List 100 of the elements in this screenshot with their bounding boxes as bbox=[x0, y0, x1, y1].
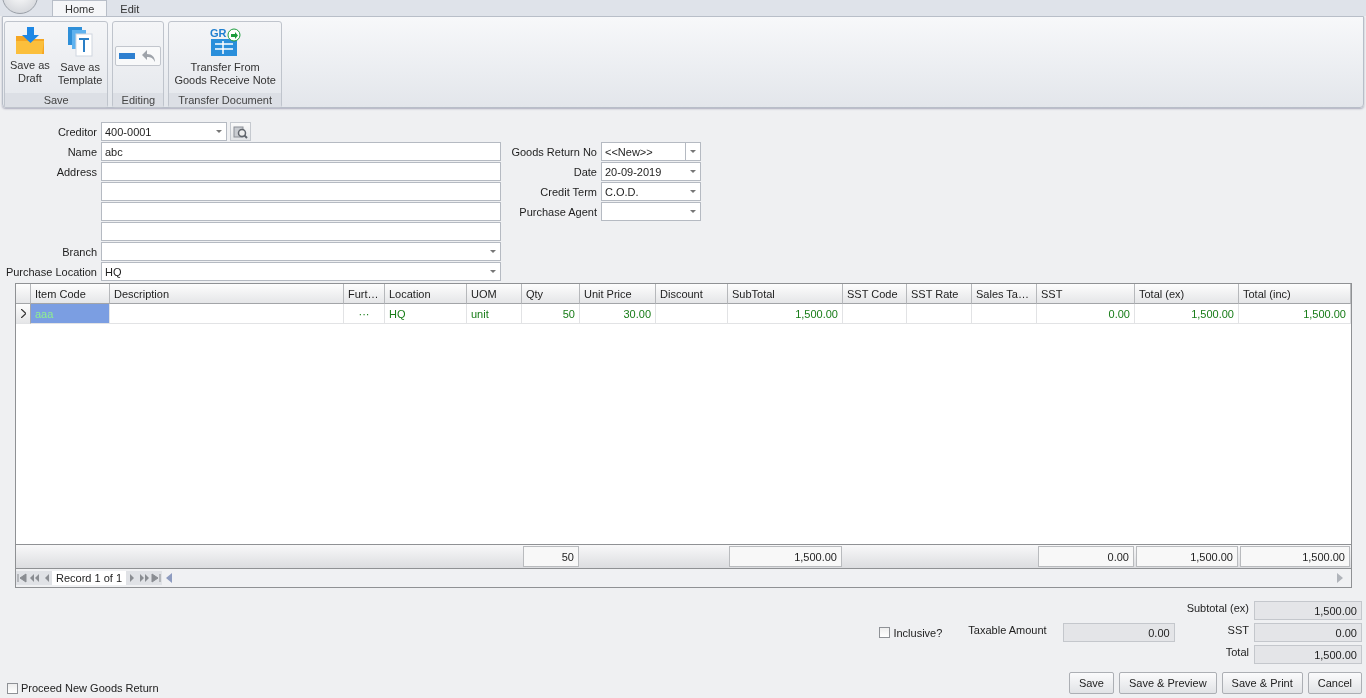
text-field[interactable] bbox=[101, 162, 501, 181]
field-label: Address bbox=[55, 165, 98, 178]
column-header[interactable]: SST Code bbox=[843, 284, 907, 304]
group-label: Editing bbox=[113, 93, 164, 107]
action-button[interactable]: Cancel bbox=[1307, 672, 1362, 694]
summary-label: SST bbox=[1226, 623, 1249, 636]
scroll-right-button[interactable] bbox=[1337, 573, 1345, 583]
group-label: Save bbox=[5, 93, 108, 107]
ribbon-button[interactable]: GR Transfer From Goods Receive Note bbox=[171, 24, 279, 88]
table-cell: 1,500.00 bbox=[1239, 304, 1351, 324]
taxable-amount-field: 0.00 bbox=[1062, 623, 1175, 642]
table-cell: aaa bbox=[31, 304, 110, 324]
dropdown-caret-icon bbox=[490, 270, 496, 273]
column-header[interactable]: Furt… bbox=[344, 284, 385, 304]
column-header[interactable]: Sales Ta… bbox=[972, 284, 1037, 304]
table-cell bbox=[843, 304, 907, 324]
dropdown-field[interactable] bbox=[601, 202, 701, 221]
summary-label: Total bbox=[1224, 645, 1249, 658]
column-header[interactable]: SST Rate bbox=[907, 284, 972, 304]
column-header[interactable]: SST bbox=[1037, 284, 1135, 304]
dropdown-field[interactable]: 20-09-2019 bbox=[601, 162, 701, 181]
lookup-button[interactable] bbox=[230, 122, 251, 141]
search-icon bbox=[233, 124, 248, 139]
scroll-right-icon bbox=[1337, 573, 1343, 583]
current-row-icon bbox=[20, 309, 26, 318]
navigator-next-button[interactable] bbox=[126, 571, 139, 585]
navigator-previous-button[interactable] bbox=[40, 571, 52, 585]
table-cell bbox=[656, 304, 728, 324]
column-header[interactable]: Location bbox=[385, 284, 467, 304]
summary-field: 0.00 bbox=[1254, 623, 1362, 642]
summary-field: 1,500.00 bbox=[1254, 645, 1362, 664]
dropdown-caret-icon bbox=[690, 210, 696, 213]
document-template-icon bbox=[66, 26, 95, 58]
navigator-next-page-button[interactable] bbox=[138, 571, 151, 585]
dropdown-caret-icon bbox=[490, 250, 496, 253]
table-cell: unit bbox=[467, 304, 522, 324]
field-label: Date bbox=[572, 165, 598, 178]
field-label: Purchase Agent bbox=[518, 205, 598, 218]
inclusive-checkbox[interactable]: Inclusive? bbox=[879, 626, 943, 639]
table-cell bbox=[972, 304, 1037, 324]
table-cell: HQ bbox=[385, 304, 467, 324]
text-field[interactable] bbox=[101, 202, 501, 221]
arrow-icon bbox=[138, 573, 150, 583]
row-header-corner bbox=[16, 284, 31, 304]
proceed-checkbox[interactable]: Proceed New Goods Return bbox=[7, 682, 159, 694]
text-field[interactable] bbox=[101, 182, 501, 201]
column-header[interactable]: Total (inc) bbox=[1239, 284, 1351, 304]
ribbon-tab[interactable]: Edit bbox=[107, 0, 153, 16]
column-header[interactable]: Discount bbox=[656, 284, 728, 304]
ribbon-button[interactable]: Save as Draft bbox=[7, 24, 53, 86]
last-record-icon bbox=[150, 573, 162, 583]
table-cell: 0.00 bbox=[1037, 304, 1135, 324]
table-cell: 1,500.00 bbox=[728, 304, 843, 324]
column-header[interactable]: UOM bbox=[467, 284, 522, 304]
action-button[interactable]: Save bbox=[1068, 672, 1114, 694]
folder-download-icon bbox=[13, 26, 46, 56]
summary-label: Subtotal (ex) bbox=[1186, 601, 1249, 614]
dropdown-caret-icon bbox=[216, 130, 222, 133]
navigator-previous-page-button[interactable] bbox=[28, 571, 40, 585]
total-cell: 1,500.00 bbox=[1240, 546, 1350, 567]
scroll-left-icon bbox=[166, 573, 173, 583]
field-label: Purchase Location bbox=[4, 265, 98, 278]
field-label: Branch bbox=[61, 245, 98, 258]
column-header[interactable]: Item Code bbox=[31, 284, 110, 304]
dropdown-field[interactable] bbox=[101, 242, 501, 261]
taxable-amount-label: Taxable Amount bbox=[968, 624, 1047, 636]
dropdown-caret-icon bbox=[690, 190, 696, 193]
ribbon-button[interactable]: Save as Template bbox=[54, 24, 106, 88]
dropdown-field[interactable]: <<New>> bbox=[601, 142, 701, 161]
column-header[interactable]: Total (ex) bbox=[1135, 284, 1239, 304]
table-cell: 50 bbox=[522, 304, 580, 324]
field-label: Credit Term bbox=[539, 185, 598, 198]
dropdown-field[interactable]: C.O.D. bbox=[601, 182, 701, 201]
summary-field: 1,500.00 bbox=[1254, 601, 1362, 620]
total-cell: 50 bbox=[523, 546, 579, 567]
action-button[interactable]: Save & Print bbox=[1221, 672, 1303, 694]
table-cell bbox=[907, 304, 972, 324]
text-field[interactable] bbox=[101, 222, 501, 241]
minus-icon bbox=[119, 53, 136, 59]
field-label: Name bbox=[66, 145, 98, 158]
table-cell: 30.00 bbox=[580, 304, 656, 324]
column-header[interactable]: Description bbox=[110, 284, 344, 304]
total-cell: 1,500.00 bbox=[729, 546, 842, 567]
action-button[interactable]: Save & Preview bbox=[1118, 672, 1217, 694]
undo-icon bbox=[142, 50, 157, 62]
text-field[interactable]: abc bbox=[101, 142, 501, 161]
ribbon-tab[interactable]: Home bbox=[52, 0, 108, 16]
table-cell: 1,500.00 bbox=[1135, 304, 1239, 324]
column-header[interactable]: Unit Price bbox=[580, 284, 656, 304]
dropdown-field[interactable]: 400-0001 bbox=[101, 122, 227, 141]
dropdown-caret-icon bbox=[690, 150, 696, 153]
column-header[interactable]: Qty bbox=[522, 284, 580, 304]
scroll-left-button[interactable] bbox=[166, 573, 175, 583]
dropdown-field[interactable]: HQ bbox=[101, 262, 501, 281]
total-cell: 1,500.00 bbox=[1136, 546, 1238, 567]
field-label: Creditor bbox=[56, 125, 98, 138]
field-label: Goods Return No bbox=[510, 145, 598, 158]
column-header[interactable]: SubTotal bbox=[728, 284, 843, 304]
group-label: Transfer Document bbox=[169, 93, 281, 107]
row-indicator[interactable] bbox=[16, 304, 31, 324]
